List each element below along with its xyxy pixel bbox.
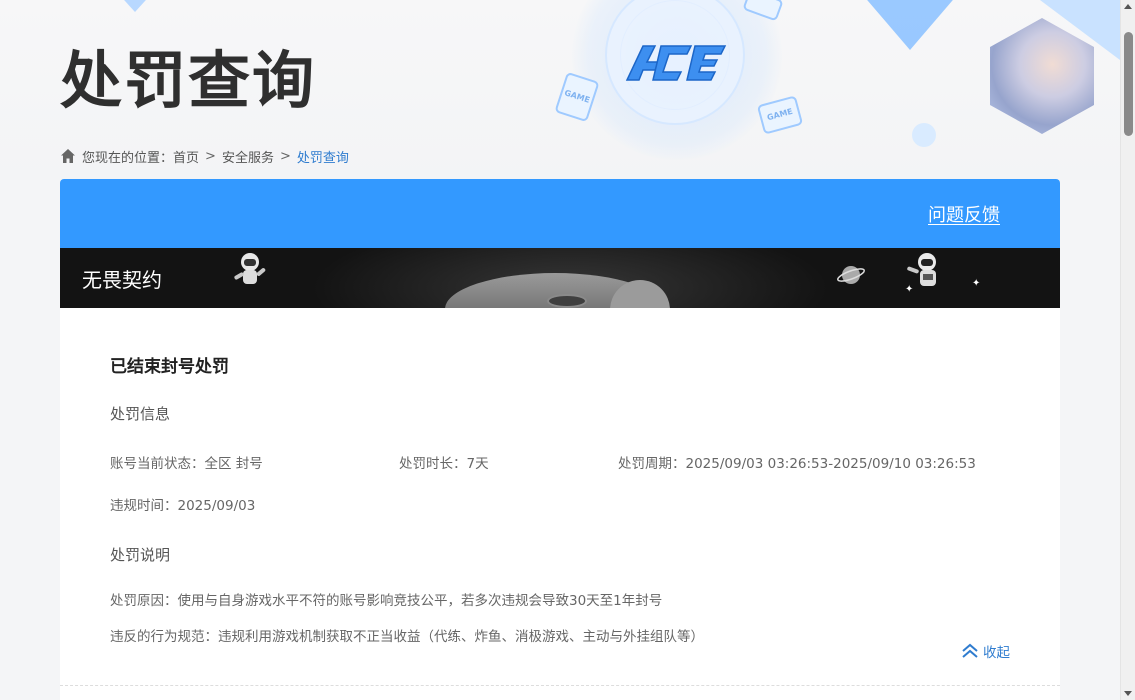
penalty-duration-value: 7天 [466,456,489,472]
violated-rule: 违反的行为规范：违规利用游戏机制获取不正当收益（代练、炸鱼、消极游戏、主动与外挂… [110,625,1010,645]
penalty-reason: 处罚原因：使用与自身游戏水平不符的账号影响竞技公平，若多次违规会导致30天至1年… [110,589,1010,609]
ace-logo [625,45,727,81]
banner-game-title: 无畏契约 [82,268,162,292]
collapse-label: 收起 [983,645,1010,661]
card-header: 问题反馈 [60,179,1060,248]
banner-ship-hatch [547,294,587,308]
penalty-card: 问题反馈 无畏契约 ✦ ✦ 已结束封号处罚 处罚信息 账号当前状态：全区 封号 … [60,179,1060,700]
breadcrumb: 您现在的位置： 首页 > 安全服务 > 处罚查询 [60,146,349,166]
penalty-period-value: 2025/09/03 03:26:53-2025/09/10 03:26:53 [685,456,976,472]
penalty-content: 已结束封号处罚 处罚信息 账号当前状态：全区 封号 处罚时长：7天 处罚周期：2… [60,308,1060,645]
penalty-reason-label: 处罚原因： [110,593,178,609]
decor-triangle [115,0,155,12]
violation-time: 违规时间：2025/09/03 [110,494,1010,514]
breadcrumb-home[interactable]: 首页 [173,147,199,166]
feedback-link[interactable]: 问题反馈 [928,201,1000,227]
penalty-period-label: 处罚周期： [618,456,686,472]
home-icon [61,149,75,163]
account-status-value: 全区 封号 [204,456,263,472]
penalty-info-heading: 处罚信息 [110,405,171,423]
scroll-up-arrow-icon[interactable] [1124,4,1132,9]
page-title: 处罚查询 [60,44,317,117]
account-status-label: 账号当前状态： [110,456,205,472]
violated-rule-label: 违反的行为规范： [110,629,218,645]
breadcrumb-prefix: 您现在的位置： [82,150,174,166]
scrollbar-thumb[interactable] [1124,32,1133,136]
astronaut-icon [234,253,266,284]
decor-triangle [850,0,970,50]
account-status: 账号当前状态：全区 封号 [110,452,399,472]
penalty-duration-label: 处罚时长： [399,456,467,472]
collapse-button[interactable]: 收起 [961,641,1010,661]
vertical-scrollbar[interactable] [1120,0,1135,700]
dashed-divider [60,685,1060,686]
violation-time-label: 违规时间： [110,498,178,514]
penalty-duration: 处罚时长：7天 [399,452,618,472]
scroll-down-arrow-icon[interactable] [1124,691,1132,696]
breadcrumb-current[interactable]: 处罚查询 [297,147,349,166]
penalty-info-row: 账号当前状态：全区 封号 处罚时长：7天 处罚周期：2025/09/03 03:… [110,452,1010,472]
game-banner: 无畏契约 ✦ ✦ [60,248,1060,308]
star-icon: ✦ [972,278,981,289]
penalty-desc-heading: 处罚说明 [110,546,171,564]
breadcrumb-separator: > [205,148,216,164]
star-icon: ✦ [905,284,914,295]
breadcrumb-security[interactable]: 安全服务 [222,147,274,166]
penalty-period: 处罚周期：2025/09/03 03:26:53-2025/09/10 03:2… [618,452,976,472]
penalty-section-title: 已结束封号处罚 [110,357,229,377]
planet-icon [837,266,865,284]
double-chevron-up-icon [962,643,978,658]
violation-time-value: 2025/09/03 [177,498,256,514]
penalty-reason-value: 使用与自身游戏水平不符的账号影响竞技公平，若多次违规会导致30天至1年封号 [177,593,663,609]
violated-rule-value: 违规利用游戏机制获取不正当收益（代练、炸鱼、消极游戏、主动与外挂组队等） [218,629,704,645]
breadcrumb-separator: > [279,148,291,164]
decor-bubble [912,123,936,147]
